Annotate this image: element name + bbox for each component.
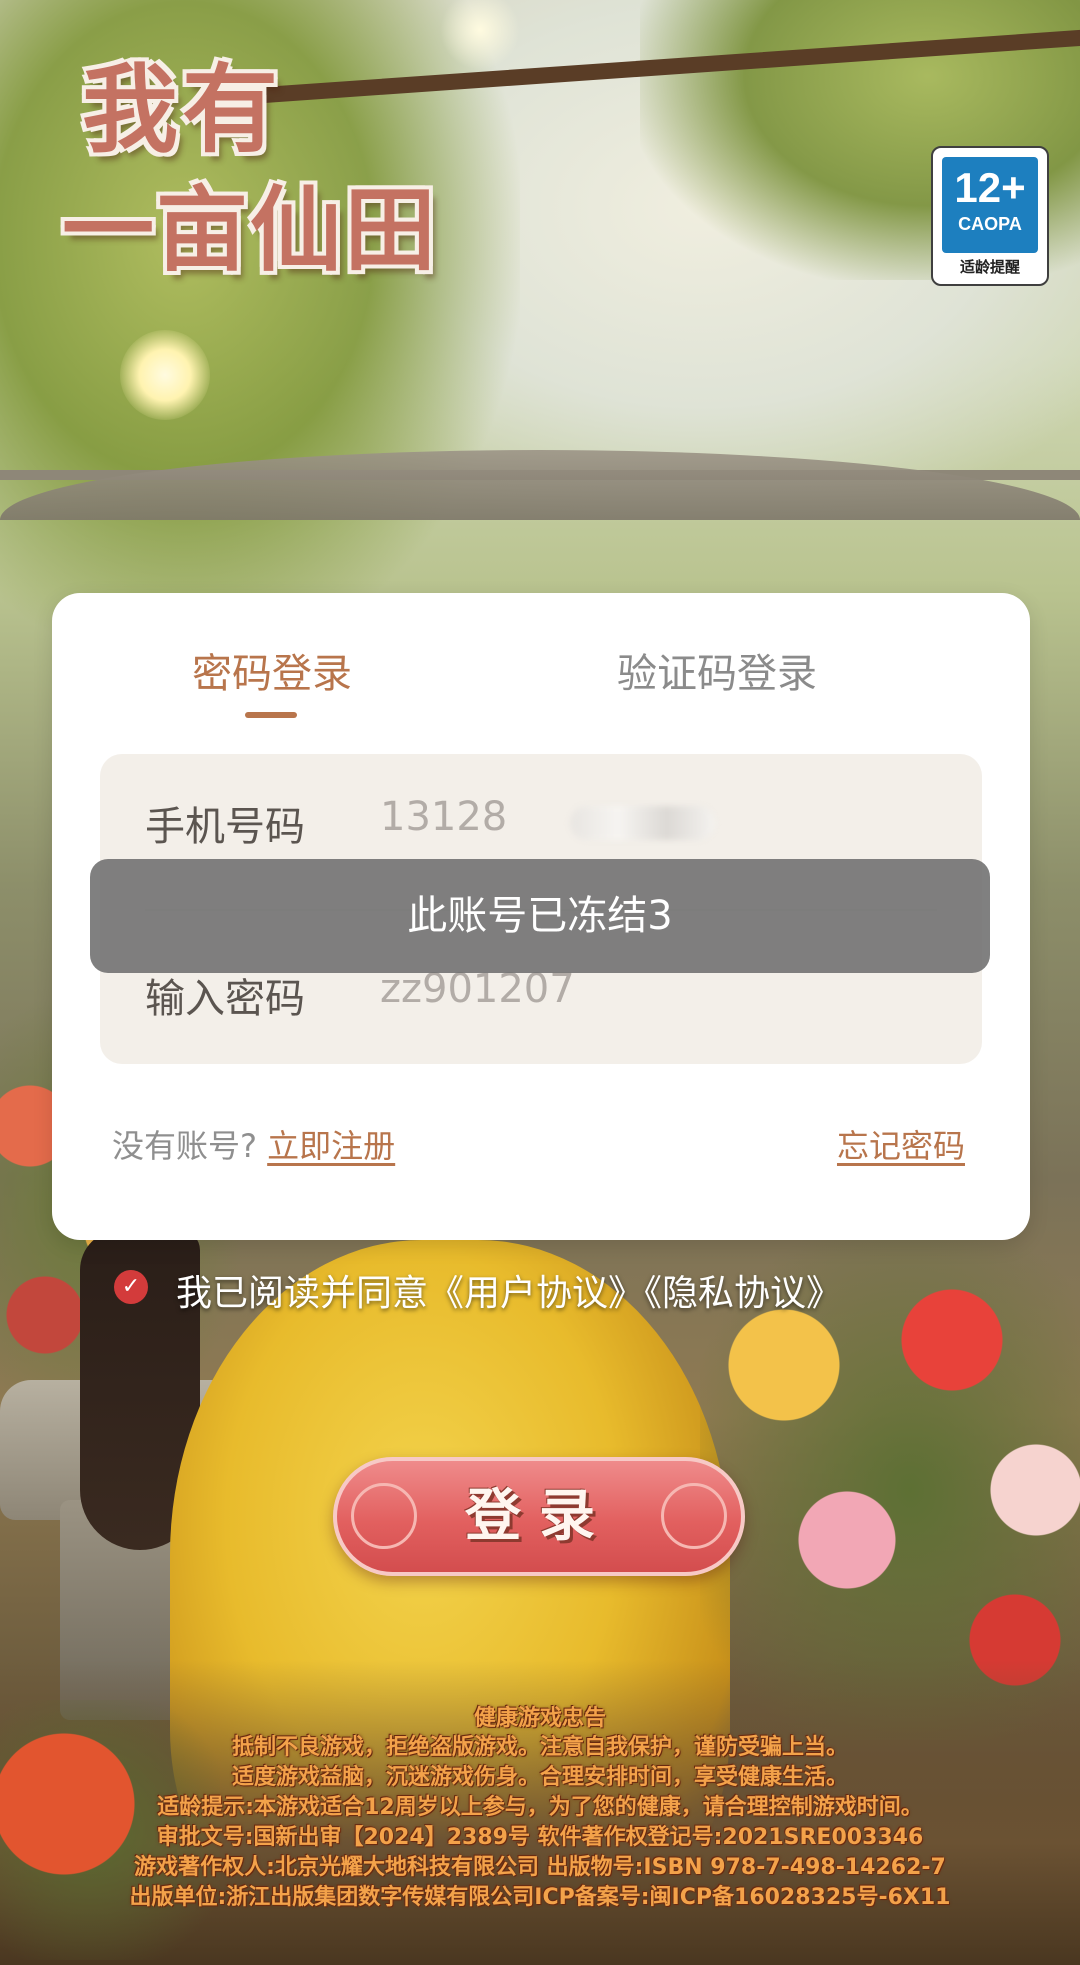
health-notice-line: 抵制不良游戏，拒绝盗版游戏。注意自我保护，谨防受骗上当。 [231, 1735, 848, 1760]
login-button[interactable]: 登录 [333, 1457, 745, 1576]
age-rating-org: CAOPA [958, 214, 1022, 234]
health-notice-title: 健康游戏忠告 [473, 1706, 606, 1731]
health-notice-line: 出版单位:浙江出版集团数字传媒有限公司ICP备案号:闽ICP备16028325号… [129, 1885, 951, 1910]
register-link[interactable]: 立即注册 [267, 1127, 395, 1165]
logo-line-2: 一亩仙田 [62, 176, 439, 284]
checkmark-icon[interactable]: ✓ [114, 1270, 148, 1304]
phone-input[interactable]: 13128 [380, 794, 507, 840]
health-notice-line: 适度游戏益脑，沉迷游戏伤身。合理安排时间，享受健康生活。 [231, 1765, 848, 1790]
password-label: 输入密码 [145, 976, 305, 1022]
health-notice-line: 游戏著作权人:北京光耀大地科技有限公司 出版物号:ISBN 978-7-498-… [134, 1855, 946, 1880]
tab-password-login[interactable]: 密码登录 [192, 641, 352, 699]
agreement-text[interactable]: 我已阅读并同意《用户协议》《隐私协议》 [176, 1264, 842, 1316]
active-tab-indicator [245, 712, 297, 718]
toast-message: 此账号已冻结3 [90, 859, 990, 973]
register-prompt: 没有账号? 立即注册 [112, 1121, 395, 1167]
age-rating-caption: 适龄提醒 [959, 258, 1020, 276]
health-notice: 健康游戏忠告 抵制不良游戏，拒绝盗版游戏。注意自我保护，谨防受骗上当。 适度游戏… [0, 1705, 1080, 1913]
phone-redaction-blur [570, 806, 715, 840]
register-prompt-text: 没有账号? [112, 1127, 257, 1165]
phone-label: 手机号码 [145, 804, 305, 850]
logo-line-1: 我有 [82, 53, 282, 166]
age-rating-badge: 12+ CAOPA 适龄提醒 [931, 146, 1049, 286]
health-notice-line: 适龄提示:本游戏适合12周岁以上参与，为了您的健康，请合理控制游戏时间。 [157, 1795, 923, 1820]
tab-sms-login[interactable]: 验证码登录 [617, 641, 817, 699]
age-rating-value: 12+ [954, 164, 1026, 211]
forgot-password-link[interactable]: 忘记密码 [837, 1121, 965, 1167]
login-button-label: 登录 [465, 1484, 613, 1549]
health-notice-line: 审批文号:国新出审【2024】2389号 软件著作权登记号:2021SRE003… [156, 1825, 924, 1850]
